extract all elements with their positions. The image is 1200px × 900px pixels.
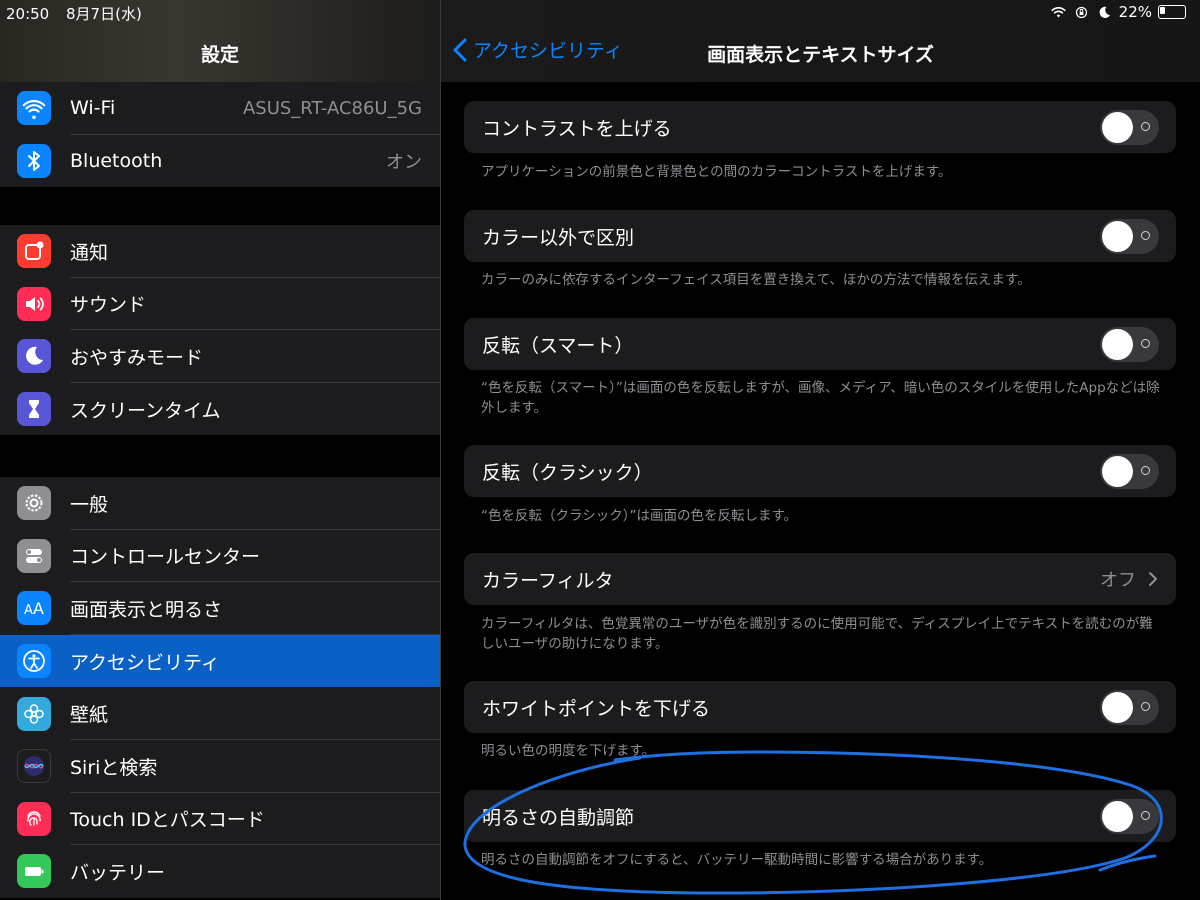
sidebar-item-label: 通知: [70, 241, 109, 264]
smart-invert-toggle[interactable]: [1100, 326, 1159, 362]
wifi-icon: [17, 91, 51, 126]
sidebar-item-label: Wi-Fi: [70, 97, 116, 120]
sidebar-group-connectivity: Wi-Fi ASUS_RT-AC86U_5G Bluetooth オン: [0, 82, 440, 188]
gear-icon: [17, 486, 51, 521]
sidebar-item-label: バッテリー: [70, 861, 166, 884]
sidebar-item-display-brightness[interactable]: AA 画面表示と明るさ: [0, 582, 440, 635]
sidebar-item-label: サウンド: [70, 294, 147, 317]
sidebar-item-label: 画面表示と明るさ: [70, 598, 223, 621]
chevron-right-icon: [1149, 572, 1157, 586]
setting-differentiate-without-color: カラー以外で区別: [464, 210, 1176, 262]
sidebar-item-general[interactable]: 一般: [0, 477, 440, 530]
setting-label: コントラストを上げる: [482, 117, 672, 140]
setting-footer: “色を反転（クラシック）”は画面の色を反転します。: [481, 508, 798, 524]
sidebar-item-battery[interactable]: バッテリー: [0, 845, 440, 898]
classic-invert-toggle[interactable]: [1100, 453, 1159, 489]
setting-label: ホワイトポイントを下げる: [482, 697, 711, 720]
setting-label: カラー以外で区別: [482, 226, 635, 249]
siri-icon: [17, 749, 51, 784]
status-time-date: 20:50 8月7日(水): [6, 3, 142, 24]
sidebar-item-label: Touch IDとパスコード: [70, 809, 265, 832]
speaker-icon: [17, 286, 51, 321]
color-filters-value: オフ: [1100, 570, 1136, 591]
sidebar-item-screen-time[interactable]: スクリーンタイム: [0, 383, 440, 436]
sidebar-item-wallpaper[interactable]: 壁紙: [0, 687, 440, 740]
sidebar-item-wifi[interactable]: Wi-Fi ASUS_RT-AC86U_5G: [0, 82, 440, 135]
sidebar-group-general: 一般 コントロールセンター AA 画面表示と明るさ アクセシビリティ 壁紙 Si…: [0, 477, 440, 898]
reduce-white-point-toggle[interactable]: [1100, 689, 1159, 725]
bluetooth-icon: [17, 143, 51, 178]
bluetooth-status: オン: [386, 151, 422, 173]
setting-label: 反転（クラシック）: [482, 461, 653, 484]
moon-icon: [17, 339, 51, 374]
sidebar-item-bluetooth[interactable]: Bluetooth オン: [0, 135, 440, 188]
switches-icon: [17, 538, 51, 573]
fingerprint-icon: [17, 801, 51, 836]
detail-pane: 22% アクセシビリティ 画面表示とテキストサイズ コントラストを上げる アプリ…: [441, 0, 1200, 900]
auto-brightness-toggle[interactable]: [1100, 798, 1159, 834]
setting-increase-contrast: コントラストを上げる: [464, 101, 1176, 153]
sidebar-group-notifications: 通知 サウンド おやすみモード スクリーンタイム: [0, 225, 440, 436]
battery-percentage: 22%: [1118, 3, 1152, 21]
setting-footer: カラーのみに依存するインターフェイス項目を置き換えて、ほかの方法で情報を伝えます…: [481, 272, 1031, 288]
setting-color-filters[interactable]: カラーフィルタ オフ: [464, 553, 1176, 605]
setting-smart-invert: 反転（スマート）: [464, 318, 1176, 370]
setting-label: 反転（スマート）: [482, 334, 634, 357]
sidebar-title: 設定: [200, 44, 239, 66]
sidebar-item-label: Bluetooth: [70, 149, 163, 172]
wifi-network-name: ASUS_RT-AC86U_5G: [242, 97, 422, 119]
text-size-icon: AA: [17, 591, 51, 626]
setting-label: カラーフィルタ: [482, 569, 614, 592]
setting-footer: 明るい色の明度を下げます。: [481, 743, 656, 759]
sidebar-item-do-not-disturb[interactable]: おやすみモード: [0, 330, 440, 383]
flower-icon: [17, 696, 51, 731]
sidebar-item-accessibility[interactable]: アクセシビリティ: [0, 634, 440, 688]
setting-footer: アプリケーションの前景色と背景色との間のカラーコントラストを上げます。: [481, 164, 952, 180]
sidebar-item-siri-search[interactable]: Siriと検索: [0, 740, 440, 793]
sidebar-item-label: スクリーンタイム: [70, 399, 221, 422]
page-title: 画面表示とテキストサイズ: [707, 44, 934, 66]
status-indicators: 22%: [1050, 3, 1186, 21]
sidebar-header: 20:50 8月7日(水) 設定: [0, 0, 440, 82]
setting-label: 明るさの自動調節: [482, 806, 635, 829]
settings-sidebar: 20:50 8月7日(水) 設定 Wi-Fi ASUS_RT-AC86U_5G …: [0, 0, 440, 900]
status-wifi-icon: [1051, 6, 1066, 17]
setting-footer: 明るさの自動調節をオフにすると、バッテリー駆動時間に影響する場合があります。: [481, 852, 993, 868]
setting-footer: カラーフィルタは、色覚異常のユーザが色を識別するのに使用可能で、ディスプレイ上で…: [481, 616, 1153, 652]
differentiate-without-color-toggle[interactable]: [1100, 218, 1159, 254]
svg-text:A: A: [33, 599, 44, 618]
detail-header: 22% アクセシビリティ 画面表示とテキストサイズ: [441, 0, 1200, 82]
ipad-settings-screen: 20:50 8月7日(水) 設定 Wi-Fi ASUS_RT-AC86U_5G …: [0, 0, 1200, 900]
accessibility-icon: [17, 644, 51, 679]
sidebar-item-label: 壁紙: [70, 704, 109, 727]
increase-contrast-toggle[interactable]: [1100, 109, 1159, 145]
sidebar-item-label: コントロールセンター: [70, 546, 261, 569]
sidebar-item-notifications[interactable]: 通知: [0, 225, 440, 278]
sidebar-item-sounds[interactable]: サウンド: [0, 278, 440, 331]
setting-reduce-white-point: ホワイトポイントを下げる: [464, 681, 1176, 733]
sidebar-item-touch-id[interactable]: Touch IDとパスコード: [0, 793, 440, 846]
status-time: 20:50: [6, 5, 50, 23]
sidebar-item-label: おやすみモード: [70, 346, 204, 369]
setting-footer: “色を反転（スマート）”は画面の色を反転しますが、画像、メディア、暗い色のスタイ…: [481, 380, 1160, 416]
setting-classic-invert: 反転（クラシック）: [464, 445, 1176, 497]
sidebar-item-label: Siriと検索: [70, 756, 158, 779]
rotation-lock-icon: [1075, 6, 1087, 18]
status-date: 8月7日(水): [66, 5, 142, 23]
sidebar-item-label: 一般: [70, 493, 109, 516]
battery-icon: [17, 854, 51, 889]
sidebar-item-label: アクセシビリティ: [70, 651, 220, 674]
sidebar-item-control-center[interactable]: コントロールセンター: [0, 530, 440, 583]
status-battery-icon: [1158, 5, 1186, 19]
setting-auto-brightness: 明るさの自動調節: [464, 790, 1176, 842]
status-moon-icon: [1099, 6, 1110, 18]
svg-text:A: A: [24, 603, 33, 618]
notifications-icon: [17, 234, 51, 269]
hourglass-icon: [17, 392, 51, 427]
